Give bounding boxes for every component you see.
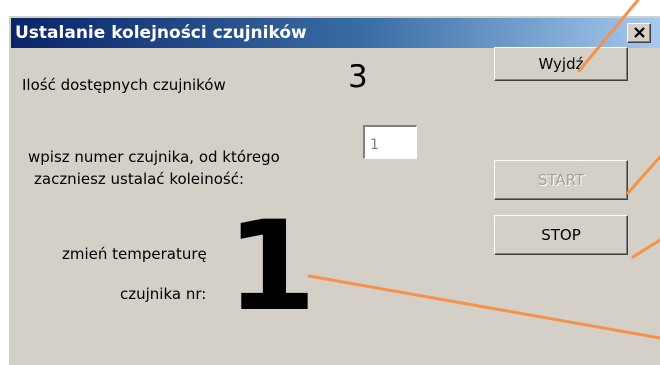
start-sensor-label-line2: zaczniesz ustalać koleiność: bbox=[34, 170, 245, 188]
start-sensor-label-line1: wpisz numer czujnika, od którego bbox=[28, 148, 280, 166]
change-temp-label-line2: czujnika nr: bbox=[120, 285, 207, 303]
start-button[interactable]: START bbox=[494, 160, 628, 200]
available-sensors-label: Ilość dostępnych czujników bbox=[22, 76, 226, 94]
start-sensor-input[interactable] bbox=[363, 125, 417, 159]
change-temp-label-line1: zmień temperaturę bbox=[62, 245, 207, 263]
current-sensor-number: 1 bbox=[226, 195, 317, 339]
stop-button[interactable]: STOP bbox=[494, 215, 628, 255]
window-title: Ustalanie kolejności czujników bbox=[15, 23, 307, 43]
close-button[interactable] bbox=[627, 23, 651, 43]
title-bar[interactable]: Ustalanie kolejności czujników bbox=[11, 18, 660, 48]
available-sensors-count: 3 bbox=[348, 59, 368, 95]
exit-button[interactable]: Wyjdź bbox=[494, 47, 628, 81]
close-icon bbox=[634, 27, 645, 38]
